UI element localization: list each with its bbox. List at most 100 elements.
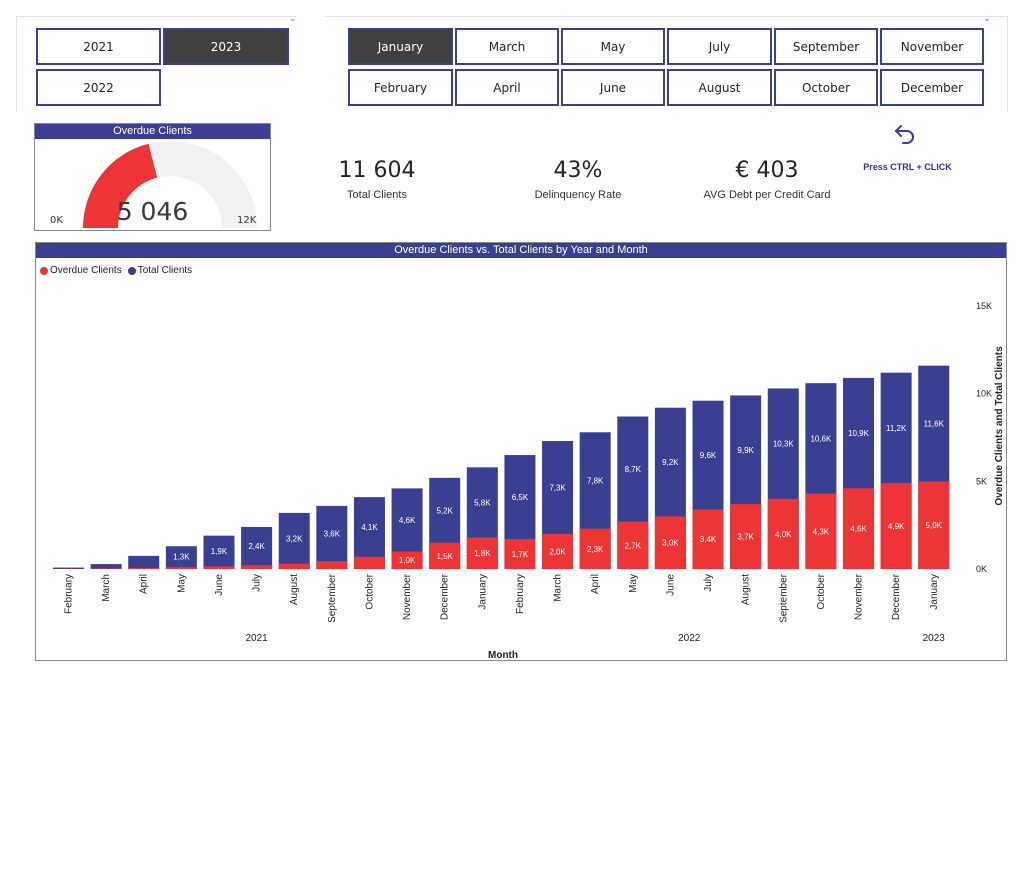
- overdue-clients-data-label: 2,7K: [625, 541, 642, 550]
- overdue-clients-bar[interactable]: [241, 565, 273, 569]
- x-tick-label: November: [854, 573, 865, 620]
- stacked-bar-chart: February March April 1,3K May 1,9K June 2,4K Jul…: [53, 301, 1005, 660]
- overdue-clients-data-label: 4,3K: [813, 527, 830, 536]
- y-tick-label: 10K: [976, 389, 992, 399]
- legend-label: Overdue Clients: [50, 265, 122, 276]
- year-tile-2023[interactable]: 2023: [163, 28, 289, 65]
- total-clients-data-label: 6,5K: [512, 493, 529, 502]
- chevron-down-icon[interactable]: ⌄: [289, 15, 297, 24]
- kpi-avg-debt[interactable]: € 403 AVG Debt per Credit Card: [667, 158, 867, 201]
- x-tick-label: March: [101, 574, 112, 602]
- x-tick-label: September: [778, 573, 789, 623]
- total-clients-data-label: 3,6K: [324, 530, 341, 539]
- total-clients-data-label: 7,3K: [549, 483, 566, 492]
- gauge-max-label: 12K: [237, 215, 257, 226]
- total-clients-data-label: 1,3K: [173, 553, 190, 562]
- overdue-clients-bar[interactable]: [203, 566, 235, 569]
- total-clients-bar[interactable]: [128, 555, 160, 569]
- total-clients-data-label: 9,2K: [662, 458, 679, 467]
- x-tick-label: July: [703, 574, 714, 592]
- x-axis-title: Month: [488, 650, 518, 660]
- overdue-clients-bar[interactable]: [353, 556, 385, 569]
- overdue-clients-data-label: 1,7K: [512, 550, 529, 559]
- overdue-clients-bar[interactable]: [278, 563, 310, 569]
- year-group-label: 2022: [678, 633, 701, 644]
- legend-item-total[interactable]: Total Clients: [127, 265, 193, 276]
- overdue-clients-data-label: 3,4K: [700, 535, 717, 544]
- overdue-clients-bar[interactable]: [90, 568, 122, 569]
- x-tick-label: January: [477, 574, 488, 610]
- x-tick-label: November: [402, 573, 413, 620]
- gauge-title: Overdue Clients: [35, 124, 270, 139]
- overdue-clients-data-label: 4,6K: [850, 525, 867, 534]
- x-tick-label: October: [816, 573, 827, 609]
- month-tile-february[interactable]: February: [348, 69, 453, 106]
- overdue-clients-bar[interactable]: [165, 567, 197, 569]
- month-tile-july[interactable]: July: [667, 28, 772, 65]
- legend-label: Total Clients: [137, 265, 193, 276]
- overdue-clients-bar[interactable]: [128, 567, 160, 569]
- year-group-label: 2021: [245, 633, 268, 644]
- month-tile-september[interactable]: September: [774, 28, 878, 65]
- x-tick-label: February: [515, 574, 526, 614]
- month-tile-november[interactable]: November: [880, 28, 984, 65]
- overdue-clients-gauge-card[interactable]: Overdue Clients 5 046 0K 12K: [34, 123, 271, 231]
- total-clients-data-label: 8,7K: [625, 465, 642, 474]
- x-tick-label: May: [628, 574, 639, 593]
- x-tick-label: October: [364, 573, 375, 609]
- y-axis-title: Overdue Clients and Total Clients: [994, 346, 1005, 506]
- total-clients-data-label: 1,9K: [211, 547, 228, 556]
- month-tile-january[interactable]: January: [348, 28, 453, 65]
- overdue-clients-data-label: 5,0K: [926, 521, 943, 530]
- year-tile-2022[interactable]: 2022: [36, 69, 161, 106]
- kpi-value: € 403: [735, 158, 799, 183]
- chevron-down-icon[interactable]: ⌄: [983, 15, 991, 24]
- total-clients-bar[interactable]: [90, 564, 122, 569]
- month-tile-december[interactable]: December: [880, 69, 984, 106]
- year-tile-2021[interactable]: 2021: [36, 28, 161, 65]
- x-tick-label: December: [891, 573, 902, 620]
- overdue-clients-bar[interactable]: [316, 561, 348, 569]
- legend-dot-red: [40, 266, 48, 275]
- x-tick-label: December: [440, 573, 451, 620]
- month-tile-june[interactable]: June: [561, 69, 665, 106]
- reset-hint: Press CTRL + CLICK: [863, 162, 952, 172]
- x-tick-label: April: [139, 574, 150, 594]
- total-clients-data-label: 7,8K: [587, 476, 604, 485]
- kpi-delinquency-rate[interactable]: 43% Delinquency Rate: [478, 158, 678, 201]
- month-tile-march[interactable]: March: [455, 28, 559, 65]
- kpi-total-clients[interactable]: 11 604 Total Clients: [277, 158, 477, 201]
- overdue-clients-data-label: 4,0K: [775, 530, 792, 539]
- total-clients-data-label: 3,2K: [286, 534, 303, 543]
- y-tick-label: 5K: [976, 476, 987, 486]
- total-clients-data-label: 11,2K: [886, 424, 907, 433]
- overdue-clients-data-label: 1,8K: [474, 549, 491, 558]
- month-tile-april[interactable]: April: [455, 69, 559, 106]
- x-tick-label: June: [665, 574, 676, 596]
- total-clients-data-label: 4,6K: [399, 516, 416, 525]
- x-tick-label: September: [327, 573, 338, 623]
- total-clients-data-label: 4,1K: [361, 523, 378, 532]
- x-tick-label: July: [252, 574, 263, 592]
- total-clients-data-label: 9,6K: [700, 451, 717, 460]
- month-tile-may[interactable]: May: [561, 28, 665, 65]
- x-tick-label: March: [553, 574, 564, 602]
- total-clients-data-label: 5,8K: [474, 498, 491, 507]
- kpi-value: 43%: [553, 158, 603, 183]
- y-tick-label: 15K: [976, 301, 992, 311]
- total-clients-data-label: 11,6K: [924, 420, 945, 429]
- total-clients-data-label: 10,6K: [810, 434, 832, 443]
- undo-arrow-icon[interactable]: [893, 122, 917, 146]
- total-clients-bar[interactable]: [53, 567, 84, 569]
- year-group-label: 2023: [923, 633, 946, 644]
- gauge-value: 5 046: [116, 197, 189, 226]
- x-tick-label: May: [176, 574, 187, 593]
- overdue-clients-data-label: 1,0K: [399, 556, 416, 565]
- overdue-vs-total-chart-card[interactable]: February March April 1,3K May 1,9K June 2,4K Jul…: [35, 242, 1007, 661]
- overdue-clients-data-label: 2,3K: [587, 545, 604, 554]
- month-tile-october[interactable]: October: [774, 69, 878, 106]
- month-tile-august[interactable]: August: [667, 69, 772, 106]
- overdue-clients-data-label: 3,7K: [737, 533, 754, 542]
- total-clients-data-label: 10,9K: [848, 429, 870, 438]
- legend-item-overdue[interactable]: Overdue Clients: [40, 265, 122, 276]
